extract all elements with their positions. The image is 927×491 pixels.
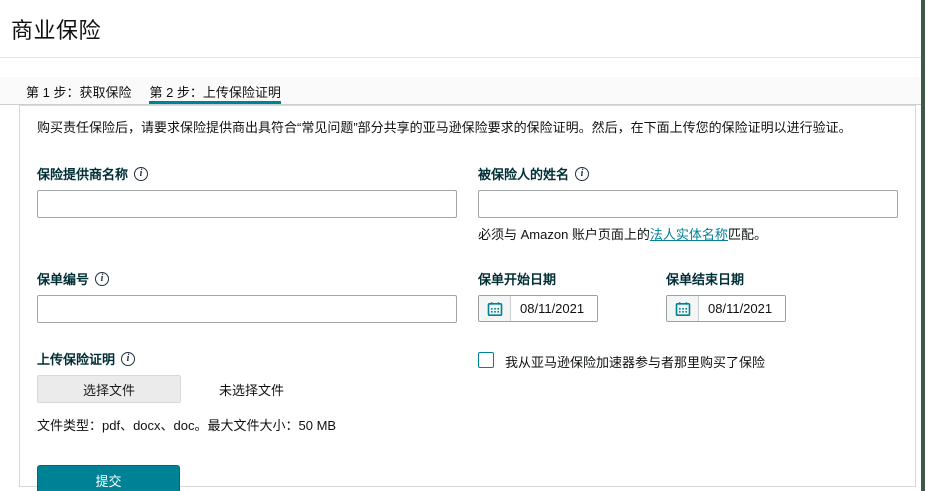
- header-divider: [0, 57, 921, 58]
- info-icon[interactable]: i: [575, 166, 590, 181]
- policy-number-label-row: 保单编号 i: [37, 269, 457, 288]
- policy-end-input[interactable]: [699, 296, 785, 321]
- no-file-selected-text: 未选择文件: [219, 382, 285, 398]
- calendar-icon[interactable]: [479, 296, 511, 321]
- info-icon[interactable]: i: [95, 271, 110, 286]
- submit-row: 提交: [37, 460, 457, 491]
- submit-button[interactable]: 提交: [37, 465, 180, 491]
- tab-step-2-upload-proof[interactable]: 第 2 步：上传保险证明: [149, 77, 281, 104]
- accelerator-checkbox-label: 我从亚马逊保险加速器参与者那里购买了保险: [505, 355, 766, 370]
- policy-dates-row: 保单开始日期 08/11/2021 保单结束日期 08/11/2021: [478, 269, 898, 323]
- calendar-icon[interactable]: [667, 296, 699, 321]
- page-title: 商业保险: [11, 18, 102, 43]
- accelerator-checkbox[interactable]: [478, 352, 494, 368]
- policy-start-field: 保单开始日期: [478, 269, 598, 323]
- choose-file-button[interactable]: 选择文件: [37, 375, 181, 403]
- policy-number-input[interactable]: [37, 295, 457, 323]
- upload-proof-panel: 购买责任保险后，请要求保险提供商出具符合“常见问题”部分共享的亚马逊保险要求的保…: [19, 105, 916, 491]
- policy-end-datepicker: [666, 295, 786, 322]
- policy-start-input[interactable]: [511, 296, 597, 321]
- provider-name-label: 保险提供商名称: [37, 167, 129, 182]
- upload-proof-label-row: 上传保险证明 i: [37, 349, 457, 368]
- provider-name-label-row: 保险提供商名称 i: [37, 164, 457, 183]
- policy-start-label: 保单开始日期: [478, 272, 557, 287]
- legal-entity-name-link[interactable]: 法人实体名称: [650, 227, 728, 242]
- provider-name-input[interactable]: [37, 190, 457, 218]
- file-type-hint: 文件类型：pdf、docx、doc。最大文件大小：50 MB: [37, 418, 337, 433]
- policy-number-field: 保单编号 i: [37, 269, 457, 323]
- policy-end-field: 保单结束日期: [666, 269, 786, 323]
- insured-name-label-row: 被保险人的姓名 i: [478, 164, 898, 183]
- policy-number-label: 保单编号: [37, 272, 90, 287]
- info-icon[interactable]: i: [134, 166, 149, 181]
- panel-description: 购买责任保险后，请要求保险提供商出具符合“常见问题”部分共享的亚马逊保险要求的保…: [37, 120, 852, 135]
- insured-name-label: 被保险人的姓名: [478, 167, 570, 182]
- insured-name-input[interactable]: [478, 190, 898, 218]
- insured-name-helper: 必须与 Amazon 账户页面上的法人实体名称匹配。: [478, 227, 767, 242]
- upload-proof-field: 上传保险证明 i 选择文件 未选择文件 文件类型：pdf、docx、doc。最大…: [37, 349, 457, 434]
- window-right-border: [921, 0, 925, 491]
- upload-proof-label: 上传保险证明: [37, 352, 116, 367]
- empty-cell: [478, 460, 898, 491]
- accelerator-checkbox-row: 我从亚马逊保险加速器参与者那里购买了保险: [478, 349, 898, 434]
- form-grid: 保险提供商名称 i 被保险人的姓名 i 必须与 Amazon 账户页面上的法人实…: [37, 164, 898, 491]
- tab-step-1-get-insurance[interactable]: 第 1 步：获取保险: [26, 77, 131, 104]
- policy-start-datepicker: [478, 295, 598, 322]
- policy-end-label: 保单结束日期: [666, 272, 745, 287]
- step-tabs: 第 1 步：获取保险 第 2 步：上传保险证明: [0, 77, 921, 105]
- info-icon[interactable]: i: [121, 351, 136, 366]
- file-input-row: 选择文件 未选择文件: [37, 375, 457, 403]
- insured-name-field: 被保险人的姓名 i 必须与 Amazon 账户页面上的法人实体名称匹配。: [478, 164, 898, 243]
- provider-name-field: 保险提供商名称 i: [37, 164, 457, 243]
